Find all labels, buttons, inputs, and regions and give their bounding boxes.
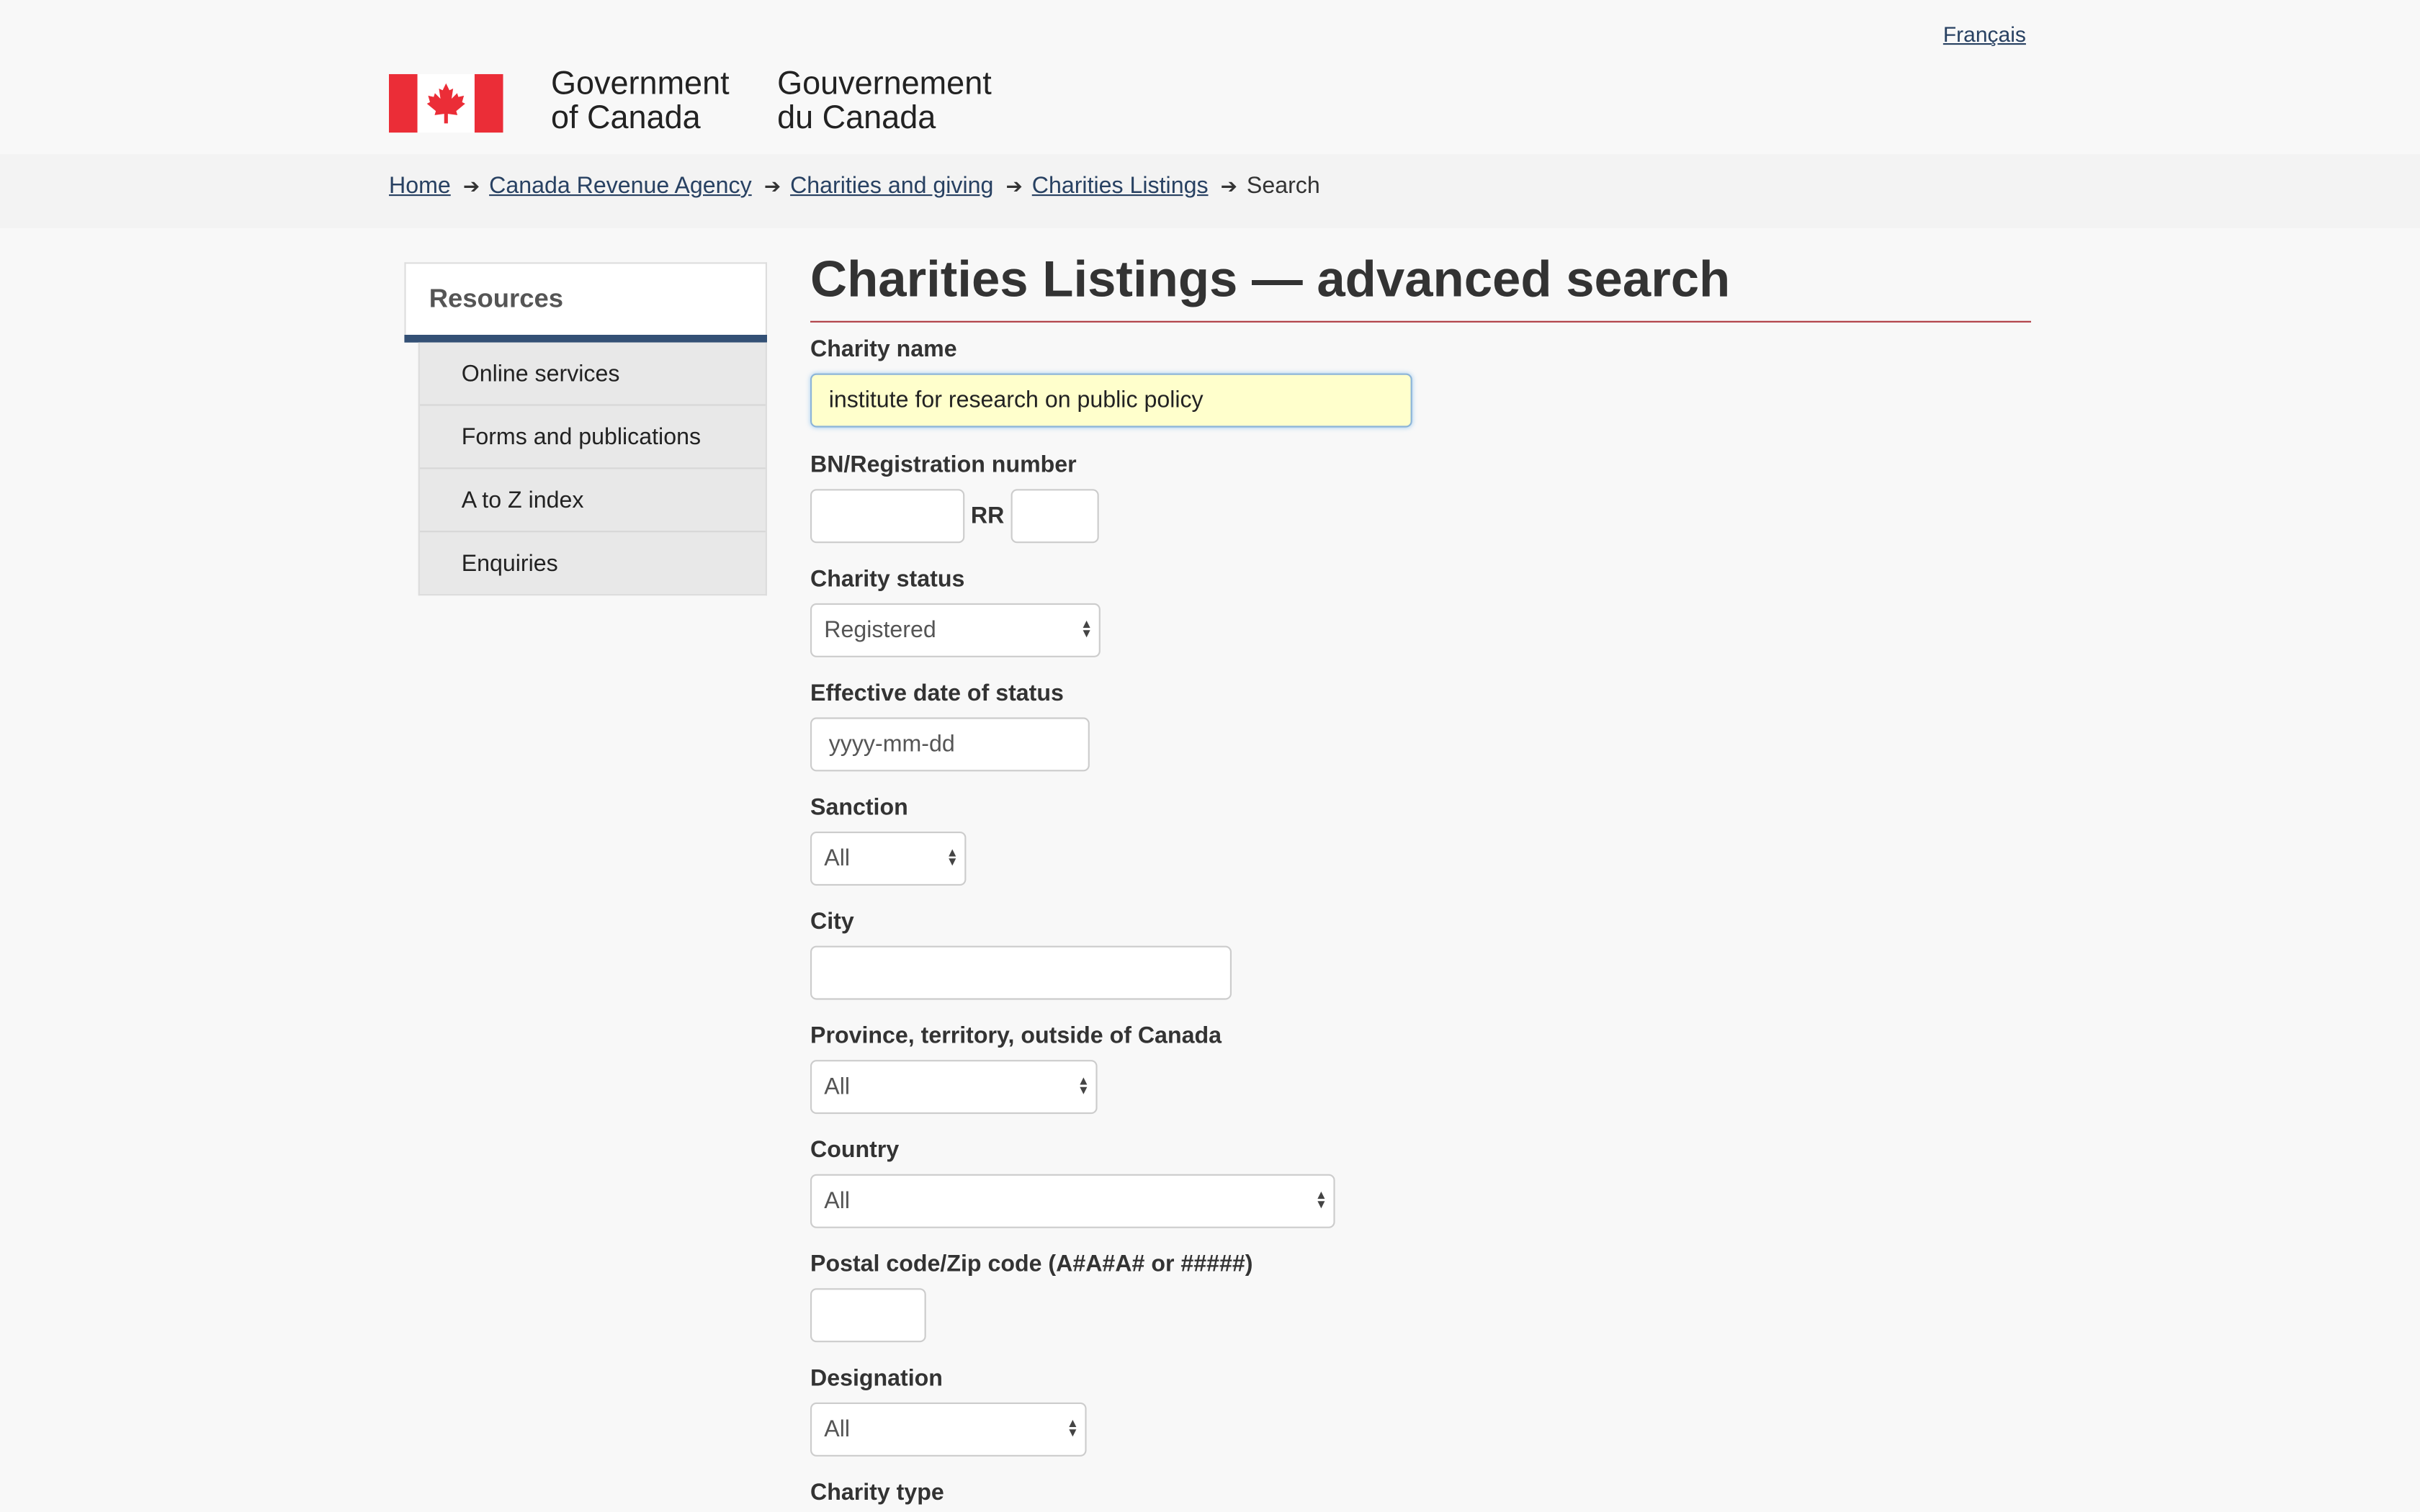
designation-label: Designation [810,1365,943,1392]
canada-flag-icon [389,73,503,133]
signature-english: Government of Canada [551,66,730,136]
sidebar-item-enquiries[interactable]: Enquiries [419,531,766,594]
signature-french-line1: Gouvernement [777,66,992,102]
page-title: Charities Listings — advanced search [810,247,2031,323]
charity-name-label: Charity name [810,336,957,363]
breadcrumb-cra-link[interactable]: Canada Revenue Agency [489,173,752,199]
sidebar-item-online-services[interactable]: Online services [420,343,766,405]
select-arrows-icon: ▲ ▼ [1066,1416,1079,1440]
select-arrows-icon: ▲ ▼ [946,845,959,869]
breadcrumb-arrow-icon: ➔ [462,174,480,197]
resources-list: Online services Forms and publications A… [418,342,767,596]
charity-status-select[interactable]: Registered ▲ ▼ [810,603,1101,657]
charity-name-input[interactable]: institute for research on public policy [810,373,1412,428]
postal-code-label: Postal code/Zip code (A#A#A# or #####) [810,1251,1253,1278]
government-signature[interactable]: Government of Canada Gouvernement du Can… [389,66,992,136]
charity-type-label: Charity type [810,1480,944,1506]
signature-french-line2: du Canada [777,100,936,136]
breadcrumb-bar: Home ➔ Canada Revenue Agency ➔ Charities… [0,154,2420,229]
country-label: Country [810,1137,900,1164]
select-arrows-icon: ▲ ▼ [1314,1188,1327,1212]
sanction-label: Sanction [810,794,908,821]
postal-code-input[interactable] [810,1288,926,1343]
designation-select[interactable]: All ▲ ▼ [810,1402,1087,1457]
country-select[interactable]: All ▲ ▼ [810,1174,1335,1228]
signature-english-line2: of Canada [551,100,701,136]
province-label: Province, territory, outside of Canada [810,1022,1222,1050]
resources-sidebar: Resources Online services Forms and publ… [404,262,767,596]
select-arrows-icon: ▲ ▼ [1080,617,1093,641]
language-toggle-link[interactable]: Français [1943,22,2026,46]
charity-status-value: Registered [824,617,936,644]
breadcrumb-current: Search [1246,173,1320,199]
effective-date-input[interactable]: yyyy-mm-dd [810,717,1090,772]
charity-status-label: Charity status [810,566,965,593]
signature-english-line1: Government [551,66,730,102]
sidebar-item-a-to-z-index[interactable]: A to Z index [419,467,766,531]
breadcrumb-arrow-icon: ➔ [1220,174,1238,197]
sanction-value: All [824,845,851,872]
bn-number-input[interactable] [810,489,965,544]
effective-date-label: Effective date of status [810,680,1064,707]
sidebar-item-forms-publications[interactable]: Forms and publications [419,404,766,467]
breadcrumb-charities-listings-link[interactable]: Charities Listings [1032,173,1209,199]
signature-french: Gouvernement du Canada [777,66,992,136]
bn-rr-input[interactable] [1010,489,1099,544]
breadcrumb-arrow-icon: ➔ [763,174,781,197]
breadcrumb-charities-giving-link[interactable]: Charities and giving [790,173,993,199]
sanction-select[interactable]: All ▲ ▼ [810,832,967,886]
resources-heading: Resources [404,262,767,335]
country-value: All [824,1188,851,1215]
city-label: City [810,909,854,935]
page: Français Government of Canada Gouverneme… [0,0,2420,1512]
bn-rr-label: RR [970,503,1005,529]
designation-value: All [824,1416,851,1443]
resources-divider [404,335,767,343]
search-form: Charities Listings — advanced search Cha… [810,247,2031,1508]
select-arrows-icon: ▲ ▼ [1077,1074,1090,1097]
bn-row: RR [810,489,2031,544]
breadcrumb-home-link[interactable]: Home [389,173,451,199]
bn-label: BN/Registration number [810,451,1077,479]
province-value: All [824,1074,851,1100]
breadcrumb-arrow-icon: ➔ [1005,174,1023,197]
breadcrumb: Home ➔ Canada Revenue Agency ➔ Charities… [389,173,1320,199]
city-input[interactable] [810,945,1232,1000]
province-select[interactable]: All ▲ ▼ [810,1060,1098,1115]
